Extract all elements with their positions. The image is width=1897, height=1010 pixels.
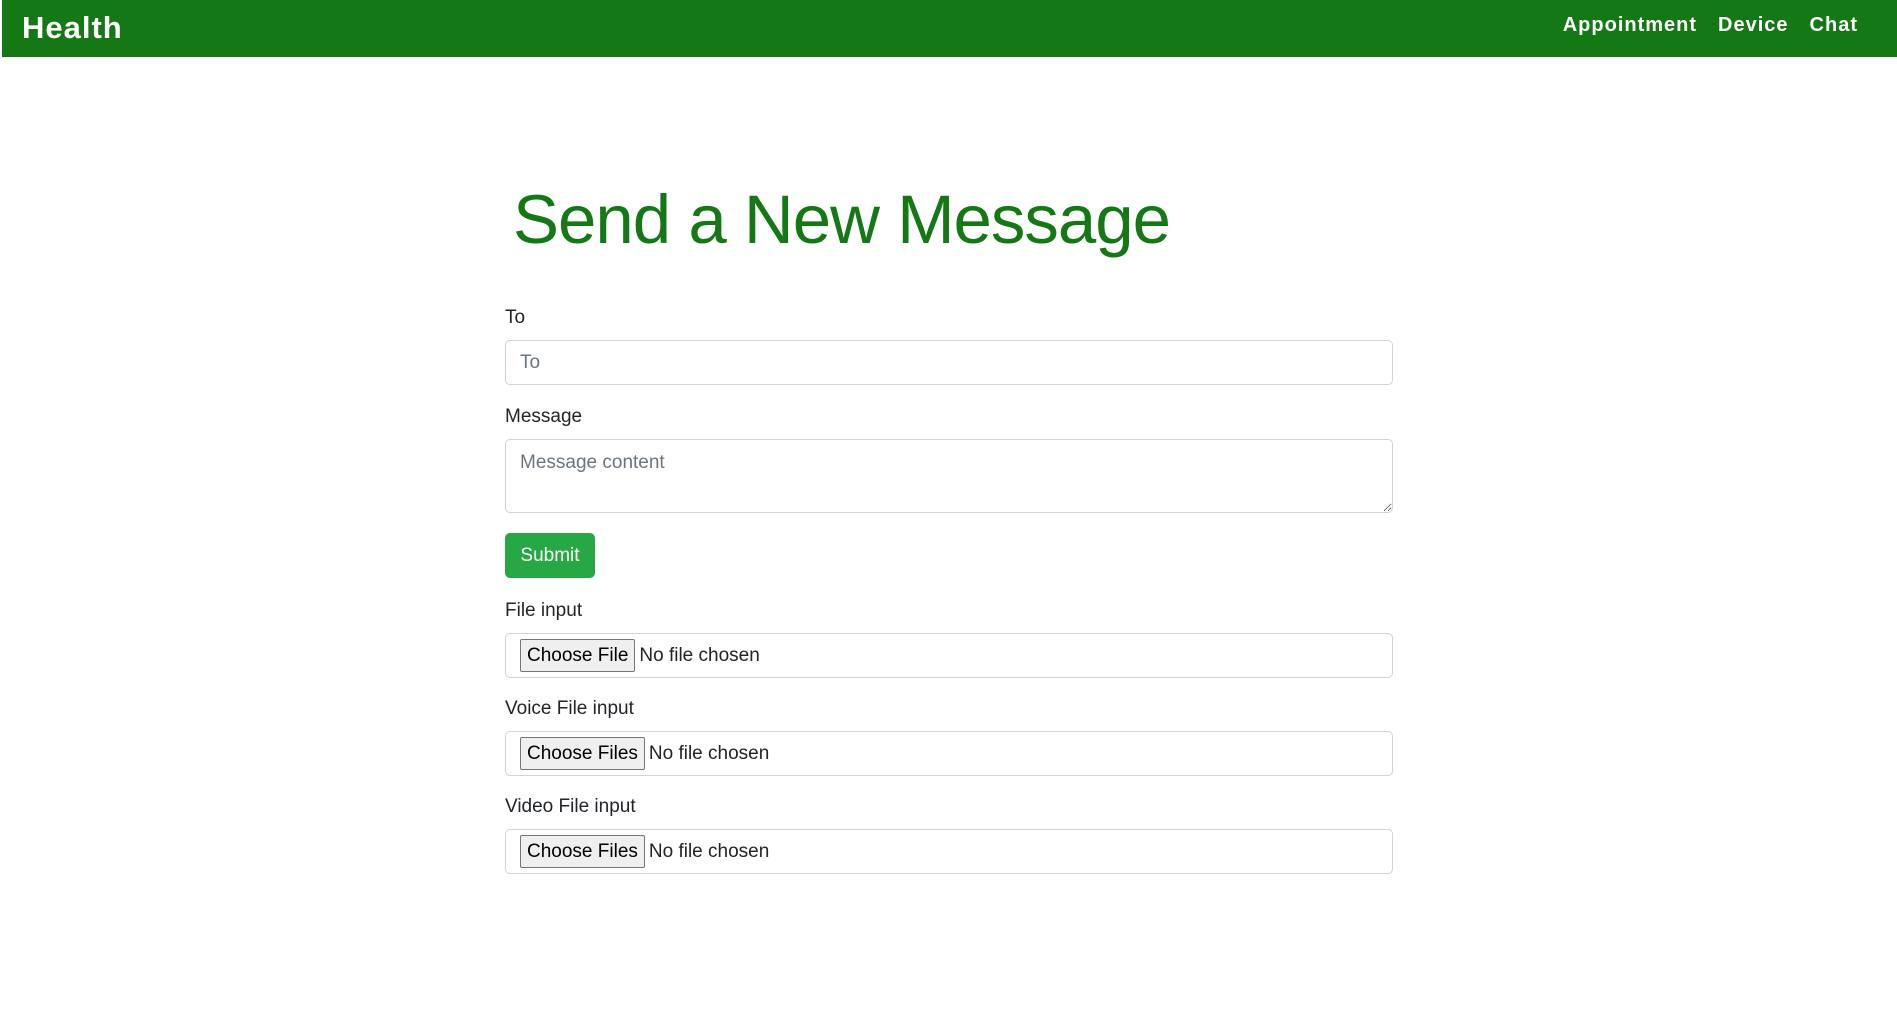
message-form-container: Send a New Message To Message Submit Fil… xyxy=(505,175,1393,874)
voice-file-status-text: No file chosen xyxy=(648,742,770,764)
file-input-group: File input Choose File No file chosen xyxy=(505,599,1393,678)
message-label: Message xyxy=(505,406,583,427)
voice-file-input-label: Voice File input xyxy=(505,698,634,719)
nav-link-chat[interactable]: Chat xyxy=(1810,14,1858,37)
file-status-text: No file chosen xyxy=(639,644,760,666)
message-group: Message xyxy=(505,405,1393,513)
file-input-label: File input xyxy=(505,600,583,621)
to-input[interactable] xyxy=(505,340,1393,385)
nav-links: Appointment Device Chat xyxy=(1563,14,1858,37)
video-file-input-label: Video File input xyxy=(505,796,636,817)
nav-link-appointment[interactable]: Appointment xyxy=(1563,14,1697,37)
nav-link-device[interactable]: Device xyxy=(1718,14,1789,37)
choose-voice-files-button[interactable]: Choose Files xyxy=(520,737,645,770)
choose-file-button[interactable]: Choose File xyxy=(520,639,636,672)
voice-file-input-group: Voice File input Choose Files No file ch… xyxy=(505,697,1393,776)
voice-file-input[interactable]: Choose Files No file chosen xyxy=(505,731,1393,776)
video-file-status-text: No file chosen xyxy=(648,840,770,862)
to-label: To xyxy=(505,307,526,328)
choose-video-files-button[interactable]: Choose Files xyxy=(520,835,645,868)
submit-button[interactable]: Submit xyxy=(505,533,595,578)
video-file-input-group: Video File input Choose Files No file ch… xyxy=(505,795,1393,874)
brand-logo[interactable]: Health xyxy=(22,10,123,46)
file-input[interactable]: Choose File No file chosen xyxy=(505,633,1393,678)
top-navbar: Health Appointment Device Chat xyxy=(0,0,1897,57)
to-group: To xyxy=(505,306,1393,385)
message-textarea[interactable] xyxy=(505,439,1393,513)
page-title: Send a New Message xyxy=(513,181,1171,258)
video-file-input[interactable]: Choose Files No file chosen xyxy=(505,829,1393,874)
